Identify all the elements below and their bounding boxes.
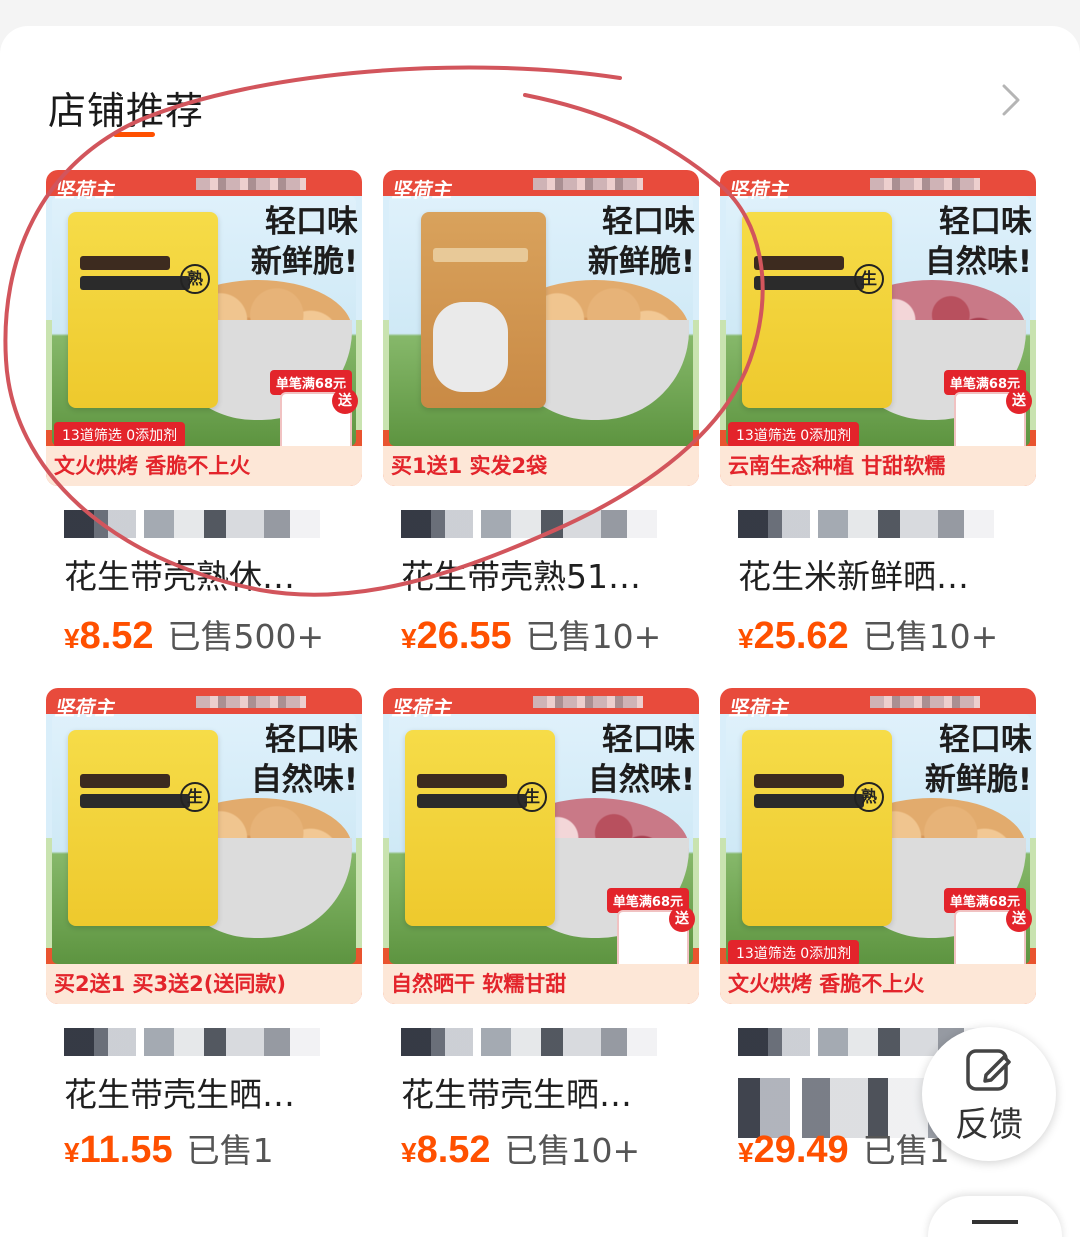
product-name[interactable]: 花生带壳熟51…	[401, 550, 671, 598]
product-price: ¥29.49	[738, 1129, 849, 1171]
product-image[interactable]: 坚荷主 生 轻口味 自然味! 单笔满68元 送 自然晒干 软糯甘甜	[383, 688, 699, 1004]
filter-chip: 13道筛选 0添加剂	[728, 940, 860, 966]
product-name[interactable]: 花生米新鲜晒…	[738, 550, 1008, 598]
image-banner: 自然晒干 软糯甘甜	[383, 964, 699, 1004]
blurred-text	[401, 510, 657, 538]
product-image[interactable]: 坚荷主 轻口味 新鲜脆! 买1送1 实发2袋	[383, 170, 699, 486]
product-name[interactable]: 花生带壳生晒…	[64, 1068, 334, 1116]
product-bag: 生	[405, 730, 555, 926]
image-headline: 轻口味 自然味!	[924, 204, 1032, 280]
product-card[interactable]: 坚荷主 轻口味 新鲜脆! 买1送1 实发2袋 花生带壳熟51… ¥26.55 已售1…	[383, 170, 699, 657]
product-image[interactable]: 坚荷主 熟 轻口味 新鲜脆! 单笔满68元 送 13道筛选 0添加剂 文火烘烤 香…	[720, 688, 1036, 1004]
product-image[interactable]: 坚荷主 熟 轻口味 新鲜脆! 单笔满68元 送 13道筛选 0添加剂 文火烘烤 香…	[46, 170, 362, 486]
product-bag: 生	[68, 730, 218, 926]
seal-badge: 生	[180, 782, 210, 812]
blurred-text	[196, 178, 306, 190]
brand-logo: 坚荷主	[727, 178, 792, 202]
price-row: ¥8.52 已售500+	[64, 610, 364, 657]
price-row: ¥11.55 已售1	[64, 1124, 364, 1171]
product-price: ¥11.55	[64, 1129, 173, 1171]
sold-count: 已售10+	[862, 617, 999, 656]
image-banner: 云南生态种植 甘甜软糯	[720, 446, 1036, 486]
sold-count: 已售1	[186, 1131, 274, 1170]
image-headline: 轻口味 新鲜脆!	[924, 722, 1032, 798]
product-name[interactable]: 花生带壳生晒…	[401, 1068, 671, 1116]
product-card[interactable]: 坚荷主 熟 轻口味 新鲜脆! 单笔满68元 送 13道筛选 0添加剂 文火烘烤 香…	[46, 170, 362, 657]
product-name[interactable]: 花生带壳熟休…	[64, 550, 334, 598]
blurred-text	[533, 696, 643, 708]
gift-badge: 送	[1006, 388, 1032, 414]
blurred-text	[64, 1028, 320, 1056]
image-banner: 文火烘烤 香脆不上火	[46, 446, 362, 486]
product-price: ¥26.55	[401, 615, 512, 657]
product-price: ¥8.52	[64, 615, 154, 657]
product-bag: 生	[742, 212, 892, 408]
feedback-button[interactable]: 反馈	[922, 1027, 1056, 1161]
filter-chip: 13道筛选 0添加剂	[54, 422, 186, 448]
feedback-label: 反馈	[955, 1105, 1023, 1145]
product-card[interactable]: 坚荷主 生 轻口味 自然味! 单笔满68元 送 自然晒干 软糯甘甜 花生带壳生晒……	[383, 688, 701, 1171]
filter-chip: 13道筛选 0添加剂	[728, 422, 860, 448]
seal-badge: 熟	[180, 264, 210, 294]
blurred-text	[870, 696, 980, 708]
image-headline: 轻口味 自然味!	[250, 722, 358, 798]
seal-badge: 生	[517, 782, 547, 812]
chevron-right-icon[interactable]	[996, 80, 1026, 120]
price-row: ¥25.62 已售10+	[738, 610, 1038, 657]
gift-badge: 送	[332, 388, 358, 414]
section-title: 店铺推荐	[48, 89, 205, 133]
top-gap	[0, 0, 1080, 26]
blurred-text	[533, 178, 643, 190]
blurred-text	[64, 510, 320, 538]
sold-count: 已售10+	[525, 617, 662, 656]
blurred-text	[870, 178, 980, 190]
product-image[interactable]: 坚荷主 生 轻口味 自然味! 单笔满68元 送 13道筛选 0添加剂 云南生态种植…	[720, 170, 1036, 486]
blurred-text	[401, 1028, 657, 1056]
seal-badge: 熟	[854, 782, 884, 812]
product-card[interactable]: 坚荷主 生 轻口味 自然味! 买2送1 买3送2(送同款) 花生带壳生晒… ¥11…	[46, 688, 364, 1171]
image-banner: 文火烘烤 香脆不上火	[720, 964, 1036, 1004]
title-underline	[113, 132, 155, 137]
brand-logo: 坚荷主	[53, 178, 118, 202]
image-headline: 轻口味 新鲜脆!	[250, 204, 358, 280]
seal-badge: 生	[854, 264, 884, 294]
image-headline: 轻口味 自然味!	[587, 722, 695, 798]
image-banner: 买2送1 买3送2(送同款)	[46, 964, 362, 1004]
product-card[interactable]: 坚荷主 生 轻口味 自然味! 单笔满68元 送 13道筛选 0添加剂 云南生态种植…	[720, 170, 1036, 657]
product-price: ¥8.52	[401, 1129, 491, 1171]
product-bag	[421, 212, 546, 408]
blurred-text	[196, 696, 306, 708]
image-banner: 买1送1 实发2袋	[383, 446, 699, 486]
sold-count: 已售10+	[504, 1131, 641, 1170]
scroll-to-top-icon[interactable]	[928, 1196, 1062, 1237]
product-price: ¥25.62	[738, 615, 849, 657]
brand-logo: 坚荷主	[53, 696, 118, 720]
product-image[interactable]: 坚荷主 生 轻口味 自然味! 买2送1 买3送2(送同款)	[46, 688, 362, 1004]
gift-badge: 送	[669, 906, 695, 932]
gift-badge: 送	[1006, 906, 1032, 932]
image-headline: 轻口味 新鲜脆!	[587, 204, 695, 280]
price-row: ¥8.52 已售10+	[401, 1124, 701, 1171]
price-row: ¥26.55 已售10+	[401, 610, 701, 657]
blurred-text	[738, 510, 994, 538]
brand-logo: 坚荷主	[390, 178, 455, 202]
brand-logo: 坚荷主	[390, 696, 455, 720]
edit-icon	[966, 1049, 1011, 1091]
brand-logo: 坚荷主	[727, 696, 792, 720]
sold-count: 已售500+	[167, 617, 325, 656]
product-bag: 熟	[742, 730, 892, 926]
product-bag: 熟	[68, 212, 218, 408]
